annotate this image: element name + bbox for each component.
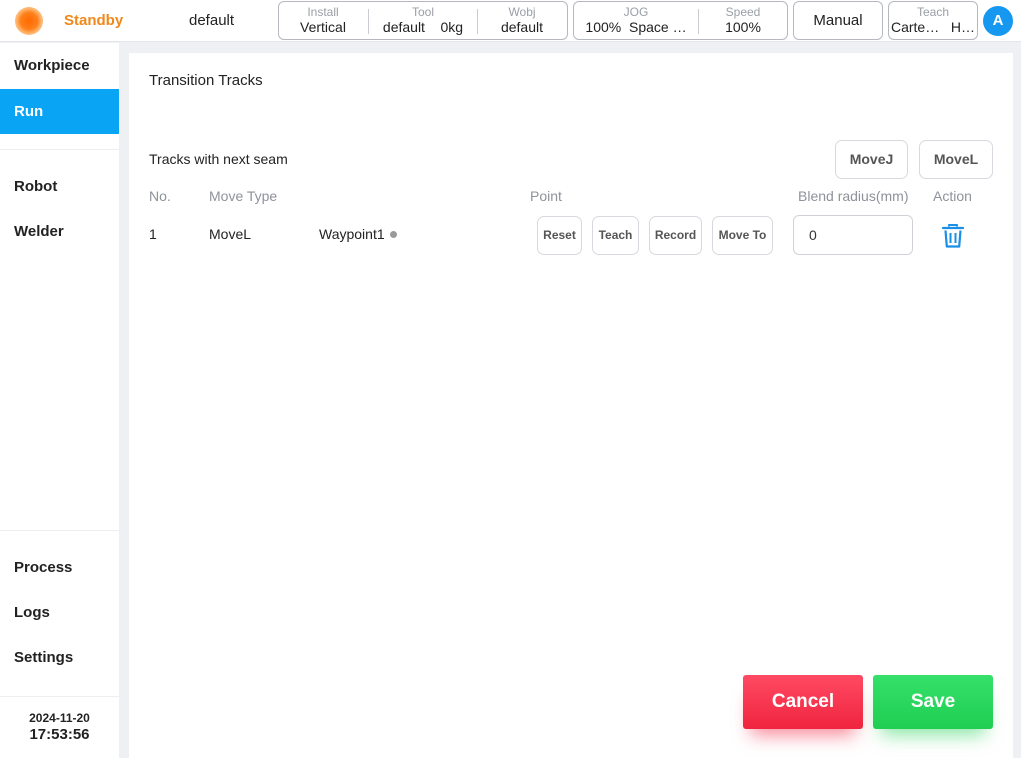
sidebar: Workpiece Run Robot Welder Process Logs … xyxy=(0,43,119,758)
coordinate-settings-group[interactable]: Install Vertical Tool default 0kg Wobj d… xyxy=(278,1,568,40)
jog-value-line: 100% Space … xyxy=(574,19,698,36)
jog-caption: JOG xyxy=(623,5,649,19)
cancel-button[interactable]: Cancel xyxy=(743,675,863,729)
sidebar-item-process[interactable]: Process xyxy=(0,545,119,590)
tool-load: 0kg xyxy=(440,19,464,35)
row-move-type: MoveL xyxy=(209,226,252,242)
section-title: Tracks with next seam xyxy=(149,151,288,167)
profile-name[interactable]: default xyxy=(189,12,234,29)
teach-caption: Teach xyxy=(916,5,950,19)
wobj-caption: Wobj xyxy=(508,5,536,19)
sidebar-item-logs[interactable]: Logs xyxy=(0,590,119,635)
tool-caption: Tool xyxy=(411,5,434,19)
jog-speed-group[interactable]: JOG 100% Space … Speed 100% xyxy=(573,1,788,40)
install-caption: Install xyxy=(307,5,339,19)
teach-button[interactable]: Teach xyxy=(592,216,639,255)
trash-icon[interactable] xyxy=(941,223,965,249)
jog-value: 100% xyxy=(585,19,622,35)
tool-setting[interactable]: Tool default 0kg xyxy=(369,2,477,39)
reset-button[interactable]: Reset xyxy=(537,216,582,255)
clock-time: 17:53:56 xyxy=(29,726,90,743)
jog-setting[interactable]: JOG 100% Space … xyxy=(574,2,698,39)
jog-mode: Space … xyxy=(629,19,687,35)
tool-value-line: default 0kg xyxy=(369,19,477,36)
add-movej-button[interactable]: MoveJ xyxy=(835,140,908,179)
manual-mode-button[interactable]: Manual xyxy=(793,1,883,40)
transition-tracks-panel: Transition Tracks Tracks with next seam … xyxy=(129,53,1013,758)
move-to-button[interactable]: Move To xyxy=(712,216,773,255)
robot-status: Standby xyxy=(64,12,124,29)
teach-value-line: Carte… H… xyxy=(889,19,977,36)
install-value: Vertical xyxy=(300,19,346,35)
sidebar-divider xyxy=(0,530,119,531)
teach-cell: Teach Carte… H… xyxy=(889,2,977,39)
install-setting[interactable]: Install Vertical xyxy=(279,2,367,39)
wobj-setting[interactable]: Wobj default xyxy=(478,2,566,39)
sidebar-divider xyxy=(0,696,119,697)
column-header-action: Action xyxy=(933,188,972,204)
user-avatar[interactable]: A xyxy=(983,6,1013,36)
speed-setting[interactable]: Speed 100% xyxy=(699,2,787,39)
clock-date: 2024-11-20 xyxy=(29,711,90,725)
teach-value: Carte… xyxy=(890,19,940,35)
sidebar-divider xyxy=(0,149,119,150)
page-title: Transition Tracks xyxy=(149,72,263,89)
record-button[interactable]: Record xyxy=(649,216,702,255)
status-indicator-icon xyxy=(15,7,43,35)
speed-value: 100% xyxy=(725,19,761,35)
tool-value: default xyxy=(382,19,425,35)
sidebar-item-robot[interactable]: Robot xyxy=(0,164,119,209)
column-header-blend-radius: Blend radius(mm) xyxy=(798,188,909,204)
sidebar-item-workpiece[interactable]: Workpiece xyxy=(0,43,119,88)
column-header-no: No. xyxy=(149,188,171,204)
teach-setting[interactable]: Teach Carte… H… xyxy=(888,1,978,40)
add-movel-button[interactable]: MoveL xyxy=(919,140,993,179)
speed-caption: Speed xyxy=(725,5,761,19)
blend-radius-input[interactable] xyxy=(793,215,913,255)
sidebar-item-settings[interactable]: Settings xyxy=(0,635,119,680)
waypoint-label: Waypoint1 xyxy=(319,226,385,242)
waypoint-status-dot-icon xyxy=(389,231,397,238)
column-header-point: Point xyxy=(530,188,562,204)
teach-value-2: H… xyxy=(950,19,976,35)
column-header-move-type: Move Type xyxy=(209,188,278,204)
row-number: 1 xyxy=(149,226,157,242)
wobj-value: default xyxy=(500,19,544,35)
row-point-name: Waypoint1 xyxy=(319,226,397,242)
top-bar: Standby default Install Vertical Tool de… xyxy=(0,0,1021,42)
sidebar-item-run[interactable]: Run xyxy=(0,89,119,134)
sidebar-item-welder[interactable]: Welder xyxy=(0,209,119,254)
save-button[interactable]: Save xyxy=(873,675,993,729)
